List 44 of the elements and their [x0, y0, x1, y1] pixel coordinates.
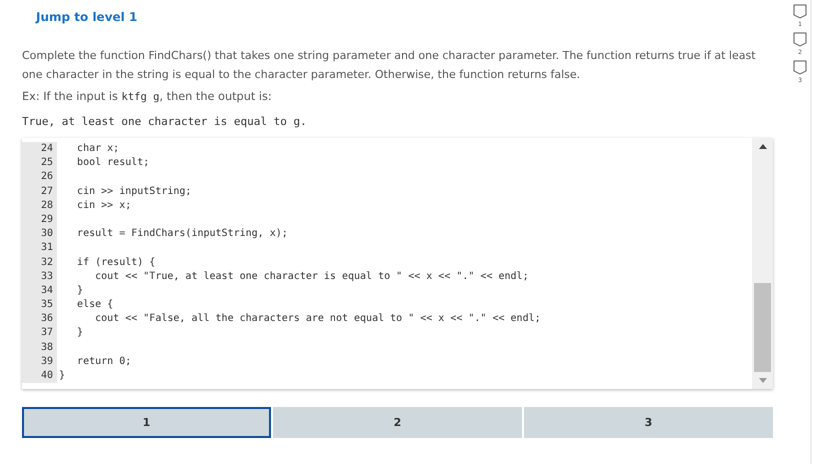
- instructions-text: Complete the function FindChars() that takes one string parameter and one character parameter. The function returns true if at least one character in the string is equal to the character parameter. Otherwise, the function returns false.: [22, 48, 757, 83]
- shield-icon: [793, 60, 807, 75]
- code-line: bool result;: [76, 156, 150, 170]
- line-number: 30: [22, 227, 57, 242]
- line-number: 29: [22, 212, 57, 228]
- level-tab[interactable]: 2: [273, 407, 522, 438]
- line-number: 32: [22, 256, 57, 270]
- scrollbar[interactable]: [752, 138, 773, 389]
- code-line: }: [76, 284, 84, 298]
- line-number: 27: [22, 184, 57, 199]
- code-line: if (result) {: [76, 256, 156, 270]
- line-number: 28: [22, 198, 57, 213]
- line-number: 33: [22, 270, 57, 284]
- code-line: cout << "True, at least one character is equal to " << x << "." << endl;: [94, 270, 529, 284]
- scroll-up-icon[interactable]: [758, 144, 766, 149]
- line-number: 39: [22, 354, 57, 369]
- line-number: 36: [22, 312, 57, 326]
- shield-icon: [793, 32, 807, 47]
- shield-icon: [793, 4, 807, 19]
- line-number: 38: [22, 340, 57, 355]
- code-line: }: [58, 369, 66, 383]
- code-line: else {: [76, 298, 114, 312]
- code-line: char x;: [76, 142, 120, 156]
- code-line: cin >> inputString;: [76, 184, 192, 199]
- example-text: Ex: If the input is ktfg g, then the output is:: [22, 90, 273, 103]
- line-number: 34: [22, 284, 57, 298]
- line-number: 40: [22, 369, 57, 384]
- line-number: 37: [22, 326, 57, 341]
- expected-output: True, at least one character is equal to g.: [22, 115, 308, 128]
- level-tab[interactable]: 1: [22, 407, 271, 438]
- line-number: 26: [22, 170, 57, 185]
- line-number: 25: [22, 156, 57, 170]
- code-line: cout << "False, all the characters are not equal to " << x << "." << endl;: [94, 312, 541, 326]
- scroll-thumb[interactable]: [754, 283, 771, 372]
- scroll-down-icon[interactable]: [758, 378, 766, 383]
- line-number: 31: [22, 241, 57, 256]
- line-number: 24: [22, 142, 57, 156]
- code-line: }: [76, 326, 84, 340]
- jump-link[interactable]: Jump to level 1: [36, 10, 796, 24]
- code-line: cin >> x;: [76, 198, 132, 213]
- line-number: 35: [22, 298, 57, 312]
- code-line: result = FindChars(inputString, x);: [76, 227, 288, 242]
- code-line: return 0;: [76, 354, 132, 369]
- level-tab[interactable]: 3: [524, 407, 773, 438]
